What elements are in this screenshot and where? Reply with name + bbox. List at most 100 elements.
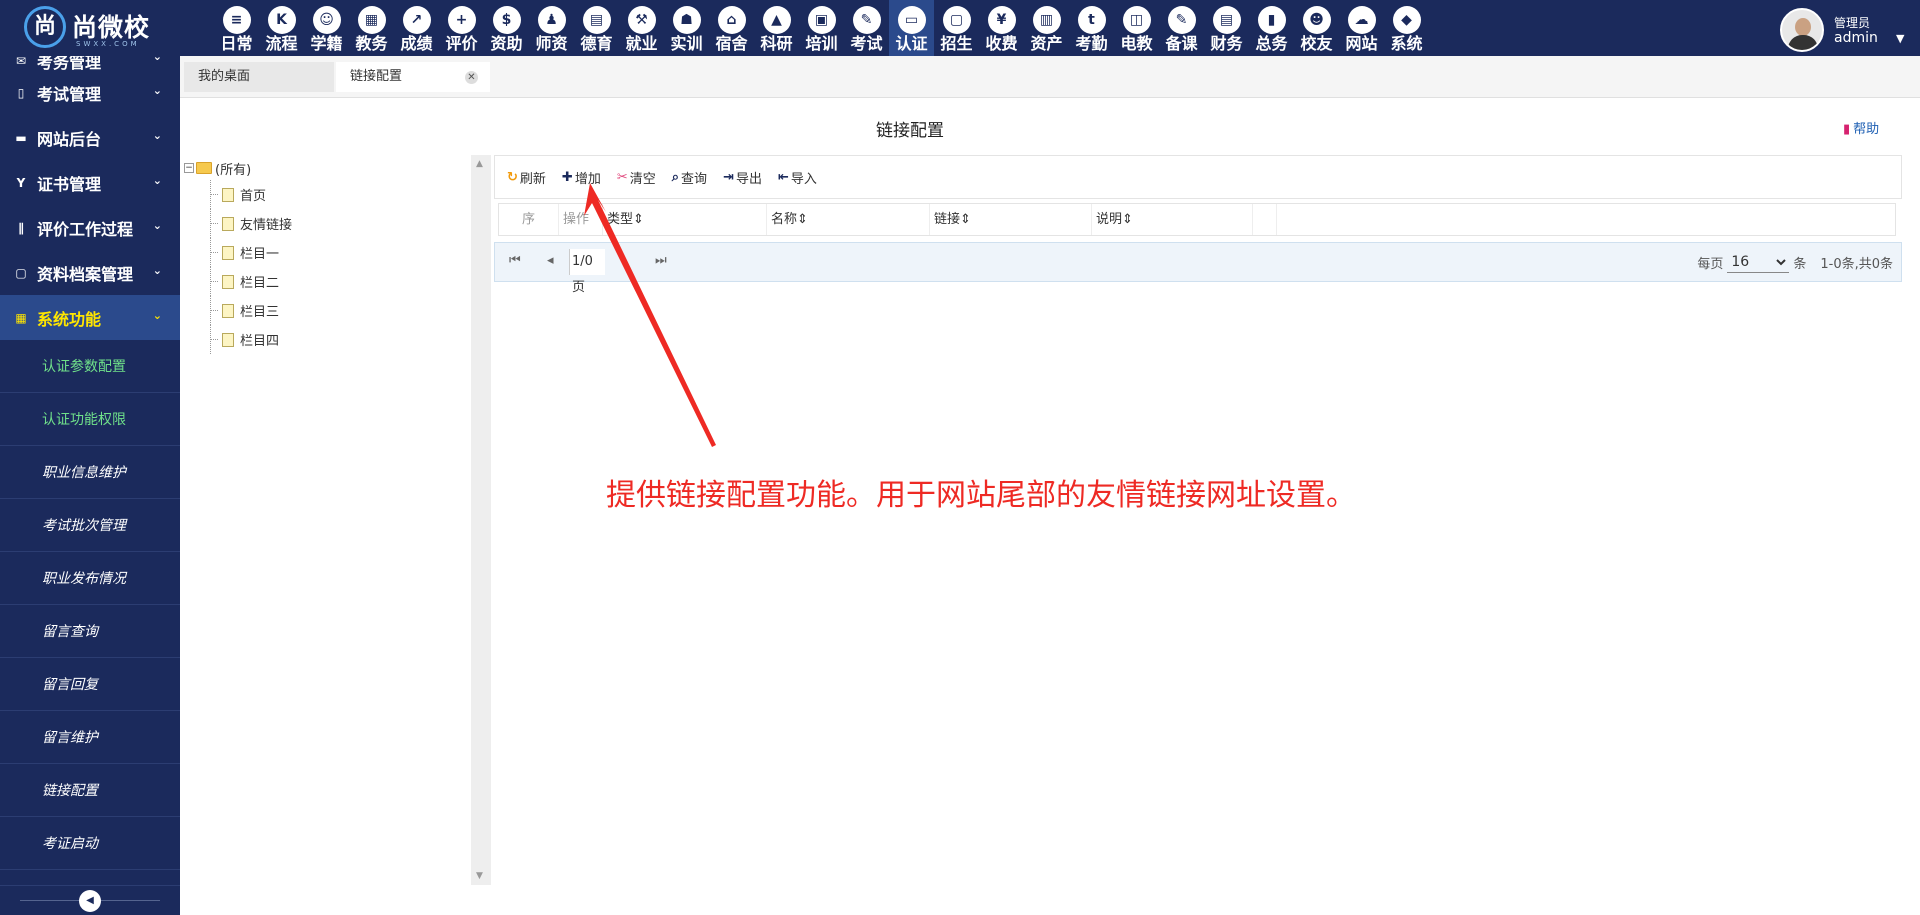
sidebar-item-4[interactable]: 职业发布情况	[0, 552, 180, 605]
refresh-button[interactable]: ↻ 刷新	[507, 168, 546, 187]
sidebar-item-7[interactable]: 留言维护	[0, 711, 180, 764]
module-label: 资产	[1030, 34, 1063, 53]
module-18[interactable]: ▥ 资产	[1024, 0, 1069, 56]
tree-node[interactable]: 首页	[184, 180, 464, 209]
logo[interactable]: 尚 尚微校 SWXX.COM	[22, 4, 172, 52]
module-23[interactable]: ▮ 总务	[1249, 0, 1294, 56]
collapse-icon[interactable]: −	[184, 163, 194, 173]
column-link[interactable]: 链接⇕	[930, 204, 1092, 235]
clear-button[interactable]: ✂ 清空	[617, 168, 656, 187]
sidebar-item-1[interactable]: 认证功能权限	[0, 393, 180, 446]
sort-icon[interactable]: ⇕	[633, 212, 644, 227]
scroll-down-icon[interactable]: ▼	[476, 871, 483, 881]
sidebar-item-2[interactable]: 职业信息维护	[0, 446, 180, 499]
module-9[interactable]: ⚒ 就业	[619, 0, 664, 56]
module-label: 备课	[1165, 34, 1198, 53]
module-label: 网站	[1345, 34, 1378, 53]
student-icon: ☺	[312, 6, 341, 34]
sort-icon[interactable]: ⇕	[797, 212, 808, 227]
tree-root[interactable]: − (所有)	[184, 156, 464, 180]
column-type[interactable]: 类型⇕	[603, 204, 767, 235]
module-10[interactable]: ☗ 实训	[664, 0, 709, 56]
sidebar-group-3[interactable]: Y 证书管理 ⌄	[0, 160, 180, 205]
sidebar-item-3[interactable]: 考试批次管理	[0, 499, 180, 552]
page-icon	[222, 303, 234, 318]
module-19[interactable]: t 考勤	[1069, 0, 1114, 56]
add-button[interactable]: ✚ 增加	[562, 168, 601, 187]
module-26[interactable]: ◆ 系统	[1384, 0, 1429, 56]
scissors-icon: ✂	[616, 169, 628, 185]
module-12[interactable]: ▲ 科研	[754, 0, 799, 56]
module-2[interactable]: ☺ 学籍	[304, 0, 349, 56]
module-15[interactable]: ▭ 认证	[889, 0, 934, 56]
tab-desktop[interactable]: 我的桌面	[184, 62, 334, 92]
column-desc[interactable]: 说明⇕	[1092, 204, 1253, 235]
module-24[interactable]: ☻ 校友	[1294, 0, 1339, 56]
module-17[interactable]: ¥ 收费	[979, 0, 1024, 56]
sidebar-group-2[interactable]: ▬ 网站后台 ⌄	[0, 115, 180, 160]
last-page-icon[interactable]: ⏭	[655, 253, 667, 268]
sidebar-group-5[interactable]: ▢ 资料档案管理 ⌄	[0, 250, 180, 295]
module-8[interactable]: ▤ 德育	[574, 0, 619, 56]
prev-page-icon[interactable]: ◂	[547, 253, 554, 268]
module-label: 学籍	[310, 34, 343, 53]
sidebar-group-label: 系统功能	[37, 309, 102, 329]
sidebar-item-8[interactable]: 链接配置	[0, 764, 180, 817]
column-name[interactable]: 名称⇕	[767, 204, 930, 235]
module-4[interactable]: ↗ 成绩	[394, 0, 439, 56]
close-icon[interactable]: ✕	[465, 71, 478, 84]
module-21[interactable]: ✎ 备课	[1159, 0, 1204, 56]
tab-link-config[interactable]: 链接配置 ✕	[336, 62, 490, 92]
export-button[interactable]: ⇥ 导出	[723, 168, 762, 187]
module-16[interactable]: ▢ 招生	[934, 0, 979, 56]
sidebar-item-5[interactable]: 留言查询	[0, 605, 180, 658]
page-indicator[interactable]: 1/0页	[569, 249, 605, 295]
collapse-sidebar-icon[interactable]: ◀	[79, 890, 101, 912]
sidebar-item-0[interactable]: 认证参数配置	[0, 340, 180, 393]
module-13[interactable]: ▣ 培训	[799, 0, 844, 56]
sidebar-item-6[interactable]: 留言回复	[0, 658, 180, 711]
caret-down-icon[interactable]: ▼	[1896, 32, 1904, 45]
sort-icon[interactable]: ⇕	[1122, 212, 1133, 227]
module-14[interactable]: ✎ 考试	[844, 0, 889, 56]
tree-node[interactable]: 栏目二	[184, 267, 464, 296]
per-page-select[interactable]: 16	[1727, 251, 1790, 273]
tree-node[interactable]: 友情链接	[184, 209, 464, 238]
module-20[interactable]: ◫ 电教	[1114, 0, 1159, 56]
module-25[interactable]: ☁ 网站	[1339, 0, 1384, 56]
module-label: 资助	[490, 34, 523, 53]
first-page-icon[interactable]: ⏮	[509, 253, 521, 268]
tree-scrollbar[interactable]: ▲ ▼	[471, 155, 491, 885]
module-22[interactable]: ▤ 财务	[1204, 0, 1249, 56]
module-0[interactable]: ≡ 日常	[214, 0, 259, 56]
sidebar-group-1[interactable]: ▯ 考试管理 ⌄	[0, 70, 180, 115]
sidebar-group-0[interactable]: ✉ 考务管理 ⌄	[0, 56, 180, 72]
module-5[interactable]: + 评价	[439, 0, 484, 56]
user-name[interactable]: admin	[1834, 30, 1878, 46]
sidebar-group-4[interactable]: ∥ 评价工作过程 ⌄	[0, 205, 180, 250]
calendar-icon: ▦	[357, 6, 386, 34]
sidebar-item-9[interactable]: 考证启动	[0, 817, 180, 870]
robot-icon: ☗	[672, 6, 701, 34]
tree-node[interactable]: 栏目三	[184, 296, 464, 325]
avatar[interactable]	[1780, 8, 1824, 52]
home-icon: ⌂	[717, 6, 746, 34]
user-menu[interactable]: 管理员 admin ▼	[1780, 8, 1910, 52]
book-icon: ▮	[1843, 122, 1851, 137]
sidebar-group-label: 资料档案管理	[37, 264, 134, 284]
import-button[interactable]: ⇤ 导入	[778, 168, 817, 187]
module-3[interactable]: ▦ 教务	[349, 0, 394, 56]
module-7[interactable]: ♟ 师资	[529, 0, 574, 56]
help-link[interactable]: ▮ 帮助	[1843, 118, 1879, 137]
query-button[interactable]: ⌕ 查询	[672, 168, 707, 187]
tree-node[interactable]: 栏目四	[184, 325, 464, 354]
logo-subtext: SWXX.COM	[76, 40, 140, 48]
sidebar-group-6[interactable]: ▦ 系统功能 ⌄	[0, 295, 180, 340]
module-1[interactable]: K 流程	[259, 0, 304, 56]
sort-icon[interactable]: ⇕	[960, 212, 971, 227]
scroll-up-icon[interactable]: ▲	[476, 159, 483, 169]
tree-node[interactable]: 栏目一	[184, 238, 464, 267]
edit-icon: ✎	[1167, 6, 1196, 34]
module-11[interactable]: ⌂ 宿舍	[709, 0, 754, 56]
module-6[interactable]: $ 资助	[484, 0, 529, 56]
